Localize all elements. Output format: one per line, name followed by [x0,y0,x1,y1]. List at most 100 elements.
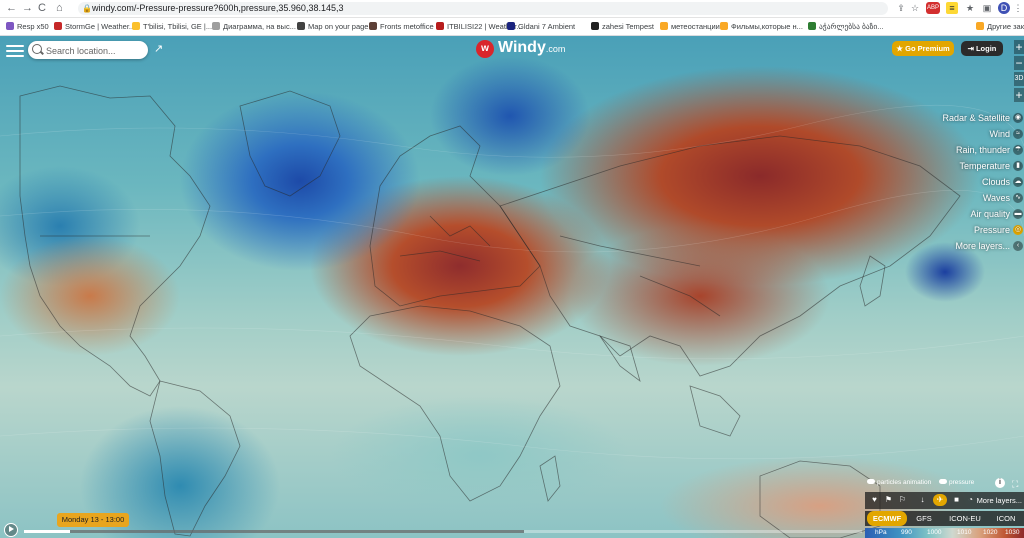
fullscreen-icon[interactable]: ⛶ [1012,477,1018,491]
bookmark-star-icon[interactable]: ☆ [909,2,921,14]
arrow-down-icon[interactable]: ↓ [917,494,928,506]
layer-item-radar-satellite[interactable]: Radar & Satellite ◉ [924,110,1024,126]
login-label: Login [975,44,997,53]
scale-tick-label: 1020 [983,529,998,536]
login-button[interactable]: ⇥ Login [961,41,1003,56]
zoom-controls: + − 3D + [1014,40,1024,104]
lock-icon: 🔒 [82,4,92,13]
bookmark-item[interactable]: T'bilisi, Tbilisi, GE |... [132,18,212,35]
pressure-toggle-label: pressure [949,479,975,486]
windy-logo[interactable]: w Windy.com [476,39,565,61]
bookmark-favicon-icon [808,22,816,30]
extension-yellow-icon[interactable]: ≡ [946,2,958,14]
radar-icon[interactable]: ◔ [965,494,976,506]
model-ecmwf[interactable]: ECMWF [867,511,907,526]
timeline-progress [24,530,70,533]
timeline-bar[interactable] [24,530,862,533]
back-icon[interactable]: ← [6,2,17,14]
weather-map[interactable]: ↗ wWindy.com ★ Go Premium ⇥ Login + − 3D… [0,36,1024,538]
layer-item-wind[interactable]: Wind ≈ [924,126,1024,142]
flag-icon[interactable]: ⚑ [883,494,894,506]
bookmark-item[interactable]: zahesi Tempest [591,18,654,35]
layer-label: Radar & Satellite [942,113,1010,123]
layer-label: Wind [989,129,1010,139]
search-box[interactable] [28,41,148,61]
bookmark-item[interactable]: Fronts metoffice [369,18,434,35]
particles-animation-toggle[interactable]: particles animation [867,476,931,490]
pressure-isolines-toggle[interactable]: pressure [939,476,974,490]
info-icon[interactable]: i [995,478,1005,488]
search-location-input[interactable] [44,41,148,61]
profile-avatar[interactable]: D [998,2,1010,14]
layer-label: Rain, thunder [955,145,1010,155]
bookmark-item[interactable]: Фильмы,которые н... [720,18,803,35]
bookmark-item[interactable]: აჭარლებსა ბაზი... [808,18,884,35]
share-page-icon[interactable]: ⇪ [895,2,907,14]
bookmark-label: T'bilisi, Tbilisi, GE |... [143,22,213,31]
main-menu-icon[interactable] [6,42,24,58]
3d-toggle-button[interactable]: 3D [1014,72,1024,86]
layer-item-rain-thunder[interactable]: Rain, thunder ☂ [924,142,1024,158]
bookmark-favicon-icon [976,22,984,30]
go-premium-button[interactable]: ★ Go Premium [892,41,954,56]
search-icon [32,44,42,54]
layer-item-clouds[interactable]: Clouds ☁ [924,174,1024,190]
bookmark-item[interactable]: Gldani 7 Ambient [507,18,575,35]
model-gfs[interactable]: GFS [909,511,939,526]
scale-tick-label: 990 [901,529,912,536]
satellite-icon: ◉ [1013,113,1023,123]
zoom-in-button[interactable]: + [1014,40,1024,54]
thermometer-icon: ▮ [1013,161,1023,171]
layer-item-waves[interactable]: Waves ∿ [924,190,1024,206]
bookmark-label: Map on your page [308,22,369,31]
rain-icon: ☂ [1013,145,1023,155]
play-button[interactable] [4,523,18,537]
plane-icon[interactable]: ✈ [933,494,947,506]
camera-icon[interactable]: ■ [951,494,962,506]
zoom-out-button[interactable]: − [1014,56,1024,70]
scale-tick-label: 1010 [957,529,972,536]
reload-icon[interactable]: C [38,2,46,14]
bookmark-item[interactable]: Другие закладк [976,18,1024,35]
bookmark-label: zahesi Tempest [602,22,654,31]
bookmark-item[interactable]: метеостанции [660,18,720,35]
url-text: windy.com/-Pressure-pressure?600h,pressu… [92,3,344,13]
bookmark-label: Fronts metoffice [380,22,434,31]
address-bar-row: ← → C ⌂ 🔒 windy.com/-Pressure-pressure?6… [0,0,1024,18]
bookmark-item[interactable]: Map on your page [297,18,368,35]
bookmark-favicon-icon [507,22,515,30]
zoom-extra-button[interactable]: + [1014,88,1024,102]
bookmark-favicon-icon [720,22,728,30]
sidepanel-icon[interactable]: ▣ [981,2,993,14]
url-field[interactable]: 🔒 windy.com/-Pressure-pressure?600h,pres… [78,2,888,15]
layer-label: Pressure [973,225,1010,235]
map-outlines [0,85,1024,538]
browser-menu-icon[interactable]: ⋮ [1012,2,1024,14]
layer-item-air-quality[interactable]: Air quality ▬ [924,206,1024,222]
heart-icon[interactable]: ♥ [869,494,880,506]
bookmark-label: Resp x50 [17,22,49,31]
adblock-icon[interactable]: ABP [926,2,940,14]
layer-item-pressure[interactable]: Pressure ◎ [924,222,1024,238]
model-icon[interactable]: ICON [989,511,1023,526]
more-layers-button[interactable]: More layers... [977,492,1022,509]
toggle-switch-icon [867,479,875,484]
bookmark-favicon-icon [54,22,62,30]
extensions-puzzle-icon[interactable]: ★ [964,2,976,14]
layer-item-more-layers[interactable]: More layers... ‹ [924,238,1024,254]
model-icon-eu[interactable]: ICON-EU [945,511,985,526]
bookmark-item[interactable]: Resp x50 [6,18,49,35]
home-icon[interactable]: ⌂ [56,2,63,14]
bookmark-favicon-icon [436,22,444,30]
browser-chrome: ← → C ⌂ 🔒 windy.com/-Pressure-pressure?6… [0,0,1024,36]
go-premium-label: Go Premium [905,44,950,53]
forward-icon[interactable]: → [22,2,33,14]
bookmark-item[interactable]: Диаграмма, на выс... [212,18,296,35]
flag-outline-icon[interactable]: ⚐ [897,494,908,506]
windy-logo-icon: w [476,40,494,58]
bookmark-favicon-icon [369,22,377,30]
share-icon[interactable]: ↗ [154,43,166,55]
layer-item-temperature[interactable]: Temperature ▮ [924,158,1024,174]
bookmark-item[interactable]: StormGe | Weather... [54,18,135,35]
timeline-date-label[interactable]: Monday 13 - 13:00 [57,513,129,527]
